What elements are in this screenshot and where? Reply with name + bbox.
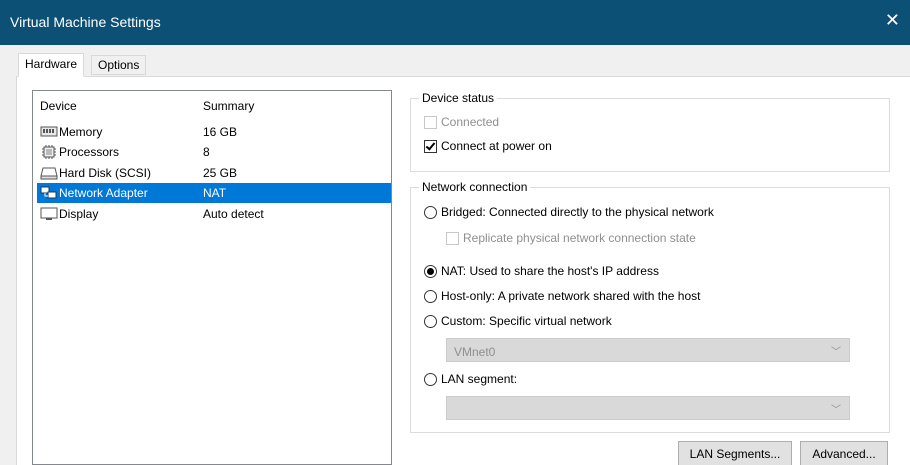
column-header-summary[interactable]: Summary — [203, 99, 254, 113]
device-row-memory[interactable]: Memory 16 GB — [37, 122, 391, 142]
replicate-state-checkbox[interactable]: Replicate physical network connection st… — [446, 231, 696, 245]
nat-label: NAT: Used to share the host's IP address — [441, 264, 659, 278]
radio-circle — [424, 372, 437, 386]
device-name: Memory — [59, 125, 103, 139]
checkmark-icon — [425, 139, 436, 151]
lan-segment-select[interactable]: ﹀ — [446, 396, 850, 420]
connected-label: Connected — [441, 115, 500, 129]
window-title: Virtual Machine Settings — [10, 14, 161, 30]
connect-at-power-on-checkbox[interactable]: Connect at power on — [424, 139, 552, 153]
hard-disk-icon — [40, 167, 58, 180]
checkbox-box — [424, 115, 437, 129]
device-row-display[interactable]: Display Auto detect — [37, 204, 391, 224]
device-row-hard-disk[interactable]: Hard Disk (SCSI) 25 GB — [37, 163, 391, 183]
processor-icon — [42, 145, 56, 159]
custom-network-select[interactable]: VMnet0 ﹀ — [446, 338, 850, 362]
host-only-label: Host-only: A private network shared with… — [441, 289, 701, 303]
radio-selected-dot — [427, 267, 434, 275]
radio-circle — [424, 314, 437, 328]
chevron-down-icon: ﹀ — [831, 405, 841, 416]
device-row-network-adapter[interactable]: Network Adapter NAT — [37, 183, 391, 203]
display-icon — [40, 207, 58, 220]
close-icon[interactable]: ✕ — [885, 11, 900, 29]
bridged-radio[interactable]: Bridged: Connected directly to the physi… — [424, 205, 714, 219]
lan-segments-button[interactable]: LAN Segments... — [678, 441, 792, 465]
device-status-legend: Device status — [419, 91, 498, 105]
connect-at-power-on-label: Connect at power on — [441, 139, 552, 153]
device-summary: NAT — [203, 186, 227, 200]
device-status-group: Device status — [410, 91, 890, 172]
column-header-device[interactable]: Device — [40, 99, 77, 113]
device-summary: 8 — [203, 145, 210, 159]
device-row-processors[interactable]: Processors 8 — [37, 142, 391, 162]
device-list[interactable]: Device Summary Memory 16 GB Processors 8… — [32, 90, 392, 465]
connected-checkbox[interactable]: Connected — [424, 115, 499, 129]
bridged-label: Bridged: Connected directly to the physi… — [441, 205, 714, 219]
custom-network-value: VMnet0 — [454, 345, 496, 359]
device-summary: 25 GB — [203, 166, 238, 180]
network-adapter-icon — [40, 186, 57, 199]
replicate-state-label: Replicate physical network connection st… — [463, 231, 696, 245]
custom-radio[interactable]: Custom: Specific virtual network — [424, 314, 612, 328]
device-name: Display — [59, 207, 99, 221]
checkbox-box — [446, 231, 459, 245]
memory-icon — [40, 126, 58, 137]
lan-segment-label: LAN segment: — [441, 372, 518, 386]
device-name: Processors — [59, 145, 120, 159]
title-bar: Virtual Machine Settings ✕ — [0, 0, 910, 45]
chevron-down-icon: ﹀ — [831, 347, 841, 358]
host-only-radio[interactable]: Host-only: A private network shared with… — [424, 289, 700, 303]
radio-circle — [424, 289, 437, 303]
advanced-button[interactable]: Advanced... — [800, 441, 888, 465]
lan-segment-radio[interactable]: LAN segment: — [424, 372, 517, 386]
device-name: Network Adapter — [59, 186, 148, 200]
device-summary: 16 GB — [203, 125, 238, 139]
device-summary: Auto detect — [203, 207, 264, 221]
nat-radio[interactable]: NAT: Used to share the host's IP address — [424, 264, 659, 278]
custom-label: Custom: Specific virtual network — [441, 314, 612, 328]
tab-options[interactable]: Options — [91, 55, 147, 75]
radio-circle — [424, 264, 437, 278]
network-connection-legend: Network connection — [419, 180, 531, 194]
tab-hardware[interactable]: Hardware — [18, 53, 85, 77]
radio-circle — [424, 205, 437, 219]
device-name: Hard Disk (SCSI) — [59, 166, 152, 180]
checkbox-box — [424, 139, 437, 153]
